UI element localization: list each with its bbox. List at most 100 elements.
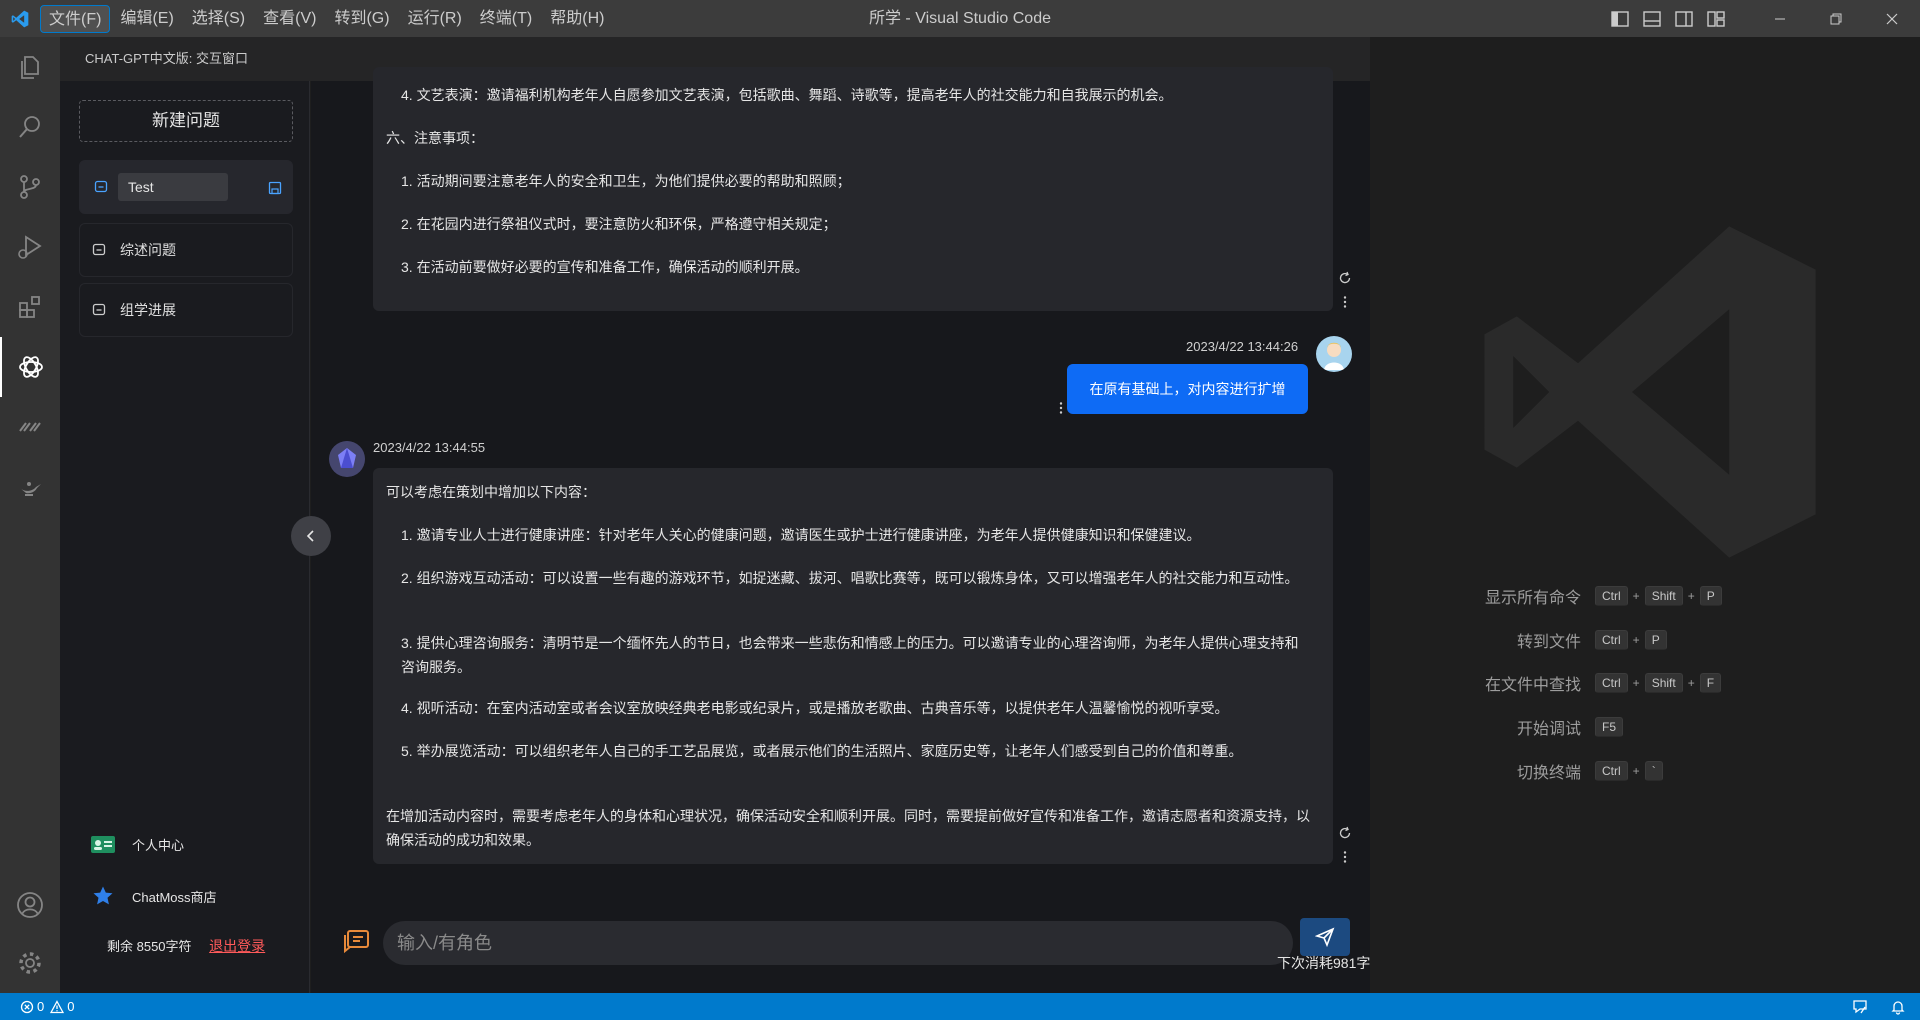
collapse-sidebar-button[interactable] bbox=[291, 516, 331, 556]
conversation-item-active[interactable]: Test bbox=[79, 160, 293, 214]
warning-icon bbox=[50, 999, 65, 1013]
conversation-rename-input[interactable]: Test bbox=[118, 173, 228, 201]
more-options-icon[interactable] bbox=[1338, 295, 1352, 309]
menu-selection[interactable]: 选择(S) bbox=[184, 5, 253, 33]
chat-input[interactable] bbox=[383, 921, 1293, 965]
message-line: 2. 在花园内进行祭祖仪式时，要注意防火和环保，严格遵守相关规定； bbox=[401, 216, 837, 232]
toggle-secondary-sidebar-icon[interactable] bbox=[1668, 0, 1700, 37]
menu-edit[interactable]: 编辑(E) bbox=[112, 5, 181, 33]
menu-go[interactable]: 转到(G) bbox=[326, 5, 397, 33]
conversation-item[interactable]: 组学进展 bbox=[79, 283, 293, 337]
role-prompt-icon[interactable] bbox=[341, 926, 373, 958]
shortcut-label: 转到文件 bbox=[1516, 634, 1581, 651]
extensions-icon[interactable] bbox=[0, 277, 60, 337]
message-item: 5. 举办展览活动：可以组织老年人自己的手工艺品展览，或者展示他们的生活照片、家… bbox=[401, 743, 1243, 759]
chat-sidebar: 新建问题 Test 综述问题 组学进展 个人中心 ChatMoss商店 剩余 8… bbox=[60, 81, 310, 993]
accounts-icon[interactable] bbox=[0, 875, 60, 935]
search-icon[interactable] bbox=[0, 97, 60, 157]
chat-input-row: 下次消耗981字符 bbox=[311, 913, 1370, 993]
keybinding-key: Ctrl bbox=[1595, 630, 1628, 650]
restore-icon[interactable] bbox=[1808, 0, 1864, 37]
shortcut-row[interactable]: 显示所有命令 Ctrl + Shift + P bbox=[1370, 583, 1920, 609]
conversation-label: 综述问题 bbox=[120, 242, 176, 258]
menu-run[interactable]: 运行(R) bbox=[400, 5, 470, 33]
shortcut-row[interactable]: 转到文件 Ctrl + P bbox=[1370, 627, 1920, 653]
keybinding-key: P bbox=[1699, 586, 1722, 606]
keybinding-key: ` bbox=[1644, 761, 1663, 781]
shortcut-label: 显示所有命令 bbox=[1484, 590, 1581, 607]
id-card-icon bbox=[90, 833, 116, 855]
remote-icon[interactable] bbox=[0, 397, 60, 457]
menu-terminal[interactable]: 终端(T) bbox=[472, 5, 540, 33]
minimize-icon[interactable] bbox=[1752, 0, 1808, 37]
problems-indicator[interactable]: 0 0 bbox=[20, 999, 74, 1014]
send-icon bbox=[1315, 927, 1335, 947]
chatgpt-icon[interactable] bbox=[0, 337, 60, 397]
activity-bar bbox=[0, 37, 60, 993]
chatmoss-store-link[interactable]: ChatMoss商店 bbox=[90, 885, 217, 907]
chat-bubble-icon bbox=[94, 180, 108, 193]
lamp-icon[interactable] bbox=[0, 457, 60, 517]
user-avatar bbox=[1316, 336, 1352, 372]
keybinding-key: Shift bbox=[1644, 673, 1683, 693]
notifications-bell-icon[interactable] bbox=[1890, 999, 1906, 1015]
error-count: 0 bbox=[37, 999, 45, 1014]
keybinding-key: Ctrl bbox=[1595, 761, 1628, 781]
conversation-item[interactable]: 综述问题 bbox=[79, 223, 293, 277]
regenerate-icon[interactable] bbox=[1338, 826, 1352, 840]
menu-view[interactable]: 查看(V) bbox=[255, 5, 324, 33]
shortcut-row[interactable]: 在文件中查找 Ctrl + Shift + F bbox=[1370, 670, 1920, 696]
vscode-logo-icon bbox=[0, 0, 40, 37]
key-separator: + bbox=[1632, 589, 1640, 603]
title-bar: 文件(F) 编辑(E) 选择(S) 查看(V) 转到(G) 运行(R) 终端(T… bbox=[0, 0, 1920, 37]
shortcut-row[interactable]: 切换终端 Ctrl + ` bbox=[1370, 758, 1920, 784]
toggle-panel-icon[interactable] bbox=[1636, 0, 1668, 37]
shortcut-label: 开始调试 bbox=[1516, 721, 1581, 738]
menu-file[interactable]: 文件(F) bbox=[40, 4, 111, 33]
shortcut-row[interactable]: 开始调试 F5 bbox=[1370, 714, 1920, 740]
run-debug-icon[interactable] bbox=[0, 217, 60, 277]
keybinding-key: Shift bbox=[1644, 586, 1683, 606]
close-icon[interactable] bbox=[1864, 0, 1920, 37]
message-item: 4. 视听活动：在室内活动室或者会议室放映经典老电影或纪录片，或是播放老歌曲、古… bbox=[401, 700, 1229, 716]
message-line: 1. 活动期间要注意老年人的安全和卫生，为他们提供必要的帮助和照顾； bbox=[401, 173, 851, 189]
menu-help[interactable]: 帮助(H) bbox=[542, 5, 612, 33]
panel-title: CHAT-GPT中文版: 交互窗口 bbox=[85, 51, 248, 66]
regenerate-icon[interactable] bbox=[1338, 271, 1352, 285]
message-tools bbox=[1338, 826, 1352, 864]
settings-gear-icon[interactable] bbox=[0, 933, 60, 993]
shortcut-label: 切换终端 bbox=[1516, 765, 1581, 782]
source-control-icon[interactable] bbox=[0, 157, 60, 217]
feedback-icon[interactable] bbox=[1852, 999, 1868, 1015]
chat-area: 4. 文艺表演：邀请福利机构老年人自愿参加文艺表演，包括歌曲、舞蹈、诗歌等，提高… bbox=[291, 67, 1370, 993]
key-separator: + bbox=[1687, 589, 1695, 603]
explorer-icon[interactable] bbox=[0, 37, 60, 97]
message-item: 2. 组织游戏互动活动：可以设置一些有趣的游戏环节，如捉迷藏、拔河、唱歌比赛等，… bbox=[401, 570, 1299, 586]
quota-row: 剩余 8550字符 退出登录 bbox=[107, 936, 265, 956]
more-options-icon[interactable] bbox=[1338, 850, 1352, 864]
personal-center-label: 个人中心 bbox=[132, 837, 185, 853]
key-separator: + bbox=[1632, 676, 1640, 690]
editor-welcome: 显示所有命令 Ctrl + Shift + P 转到文件 Ctrl + P 在文件中查找 Ctrl + S… bbox=[1370, 37, 1920, 993]
toggle-primary-sidebar-icon[interactable] bbox=[1604, 0, 1636, 37]
send-button[interactable] bbox=[1300, 918, 1350, 956]
menu-bar: 文件(F) 编辑(E) 选择(S) 查看(V) 转到(G) 运行(R) 终端(T… bbox=[40, 0, 614, 37]
ai-message: 4. 文艺表演：邀请福利机构老年人自愿参加文艺表演，包括歌曲、舞蹈、诗歌等，提高… bbox=[373, 67, 1333, 311]
chat-bubble-icon bbox=[92, 243, 106, 256]
customize-layout-icon[interactable] bbox=[1700, 0, 1732, 37]
keybinding-key: Ctrl bbox=[1595, 586, 1628, 606]
status-bar-right bbox=[1852, 993, 1906, 1020]
new-question-button[interactable]: 新建问题 bbox=[79, 100, 293, 142]
message-intro: 可以考虑在策划中增加以下内容： bbox=[386, 484, 596, 500]
message-line: 六、注意事项： bbox=[386, 130, 484, 146]
more-options-icon[interactable] bbox=[1054, 401, 1068, 415]
logout-link[interactable]: 退出登录 bbox=[209, 938, 265, 954]
key-separator: + bbox=[1632, 633, 1640, 647]
vscode-watermark-icon bbox=[1484, 226, 1816, 558]
quota-text: 剩余 8550字符 bbox=[107, 939, 192, 954]
user-message-timestamp: 2023/4/22 13:44:26 bbox=[1186, 339, 1299, 354]
chevron-left-icon bbox=[306, 530, 314, 542]
personal-center-link[interactable]: 个人中心 bbox=[90, 833, 184, 855]
status-bar: 0 0 bbox=[0, 993, 1920, 1020]
save-icon[interactable] bbox=[268, 181, 282, 195]
